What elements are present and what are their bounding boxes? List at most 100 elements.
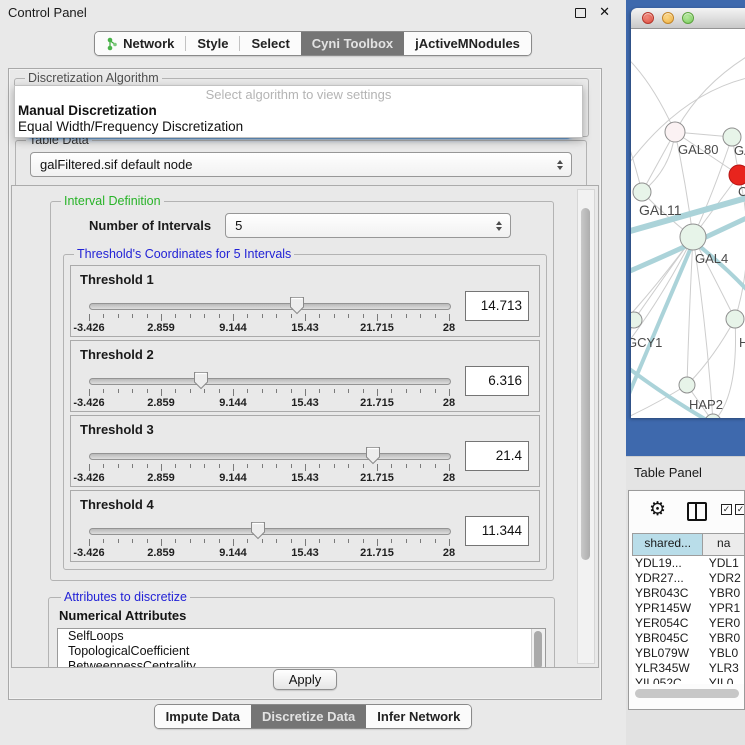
list-scrollbar-thumb[interactable]	[534, 631, 542, 668]
network-node-gal11[interactable]	[633, 183, 651, 201]
tab-infer-network[interactable]: Infer Network	[366, 705, 471, 728]
slider-ticks	[89, 314, 449, 322]
slider-thumb[interactable]	[289, 296, 305, 315]
table-row[interactable]: YIL052CYIL0	[632, 676, 744, 684]
top-tab-bar-group: Network StyleSelectCyni ToolboxjActiveMNo…	[94, 31, 532, 56]
network-edge[interactable]	[631, 124, 642, 192]
checked-checkbox-icon[interactable]: ✓	[721, 504, 732, 515]
node-label: GCY1	[631, 335, 662, 350]
table-cell: YLR3	[703, 661, 744, 676]
threshold-slider: -3.4262.8599.14415.4321.71528	[89, 453, 449, 481]
network-node-hap2[interactable]	[679, 377, 695, 393]
threshold-row: Threshold 4-3.4262.8599.14415.4321.71528…	[70, 490, 540, 562]
float-window-icon[interactable]	[575, 8, 586, 18]
table-cell: YIL0	[703, 676, 744, 684]
threshold-label: Threshold 3	[80, 422, 154, 437]
threshold-slider: -3.4262.8599.14415.4321.71528	[89, 528, 449, 556]
threshold-value-field[interactable]: 11.344	[465, 516, 529, 546]
table-cell: YDR2	[703, 571, 744, 586]
column-header-name[interactable]: na	[703, 534, 744, 555]
apply-button[interactable]: Apply	[273, 669, 338, 690]
scale-label: 21.715	[360, 397, 394, 409]
bottom-tab-bar-group: Impute Data Discretize DataInfer Network	[154, 704, 473, 729]
threshold-slider: -3.4262.8599.14415.4321.71528	[89, 303, 449, 331]
number-of-intervals-combobox[interactable]: 5	[225, 213, 511, 238]
tab-jactivemnodules[interactable]: jActiveMNodules	[404, 32, 531, 55]
right-side: GAL80GAL11GAL4GCY1HHAP2GAC Table Panel ⚙…	[626, 0, 745, 745]
attribute-list-item[interactable]: BetweennessCentrality	[58, 659, 545, 668]
tab-label: Network	[123, 36, 174, 51]
table-row[interactable]: YDR27...YDR2	[632, 571, 744, 586]
gear-icon[interactable]: ⚙	[649, 499, 666, 521]
network-node[interactable]	[729, 165, 745, 185]
minimize-button[interactable]	[662, 12, 674, 24]
slider-thumb[interactable]	[193, 371, 209, 390]
network-edge[interactable]	[675, 54, 745, 132]
slider-thumb[interactable]	[250, 521, 266, 540]
table-panel: ⚙ ✓ ✓ shared...na YDL19...YDL1YDR27...YD…	[628, 490, 745, 710]
table-panel-header: Table Panel	[626, 456, 745, 489]
scale-label: -3.426	[73, 472, 104, 484]
scale-label: 28	[443, 547, 455, 559]
scale-label: 15.43	[291, 322, 319, 334]
network-node-gcy1[interactable]	[631, 312, 642, 328]
table-row[interactable]: YBL079WYBL0	[632, 646, 744, 661]
panel-scrollbar[interactable]	[577, 189, 595, 664]
network-node-h[interactable]	[726, 310, 744, 328]
network-edge[interactable]	[687, 319, 735, 385]
tab-discretize-data[interactable]: Discretize Data	[251, 705, 366, 728]
zoom-button[interactable]	[682, 12, 694, 24]
split-columns-icon[interactable]	[687, 502, 707, 521]
dropdown-option-manual-discretization[interactable]: Manual Discretization	[15, 103, 582, 119]
network-window: GAL80GAL11GAL4GCY1HHAP2GAC	[631, 8, 745, 418]
table-header-row: shared...na	[632, 533, 744, 556]
settings-scroll-panel: Interval Definition Number of Intervals …	[11, 185, 599, 668]
tab-impute-data[interactable]: Impute Data	[155, 705, 251, 728]
number-of-intervals-row: Number of Intervals 5	[89, 213, 511, 238]
table-row[interactable]: YBR045CYBR0	[632, 631, 744, 646]
attribute-list-item[interactable]: SelfLoops	[58, 629, 545, 644]
network-edge[interactable]	[631, 77, 745, 177]
table-panel-toolbar: ⚙ ✓ ✓	[629, 491, 744, 533]
network-node-gal4[interactable]	[680, 224, 706, 250]
tab-style[interactable]: Style	[186, 32, 239, 55]
attribute-list-item[interactable]: TopologicalCoefficient	[58, 644, 545, 659]
interval-definition-label: Interval Definition	[61, 194, 164, 208]
cyni-toolbox-panel: Discretization Algorithm Select algorith…	[8, 68, 602, 700]
table-row[interactable]: YLR345WYLR3	[632, 661, 744, 676]
tab-cyni-toolbox[interactable]: Cyni Toolbox	[301, 32, 404, 55]
close-icon[interactable]: ✕	[599, 4, 610, 20]
network-window-titlebar	[631, 8, 745, 29]
tab-label: Impute Data	[166, 709, 240, 724]
table-rows: YDL19...YDL1YDR27...YDR2YBR043CYBR0YPR14…	[632, 556, 744, 684]
table-row[interactable]: YBR043CYBR0	[632, 586, 744, 601]
table-row[interactable]: YER054CYER0	[632, 616, 744, 631]
table-row[interactable]: YPR145WYPR1	[632, 601, 744, 616]
threshold-value-field[interactable]: 21.4	[465, 441, 529, 471]
slider-track[interactable]	[89, 303, 451, 310]
network-canvas[interactable]: GAL80GAL11GAL4GCY1HHAP2GAC	[631, 29, 745, 418]
panel-scrollbar-thumb[interactable]	[581, 208, 590, 560]
table-row[interactable]: YDL19...YDL1	[632, 556, 744, 571]
tab-select[interactable]: Select	[240, 32, 300, 55]
slider-track[interactable]	[89, 453, 451, 460]
threshold-value-field[interactable]: 6.316	[465, 366, 529, 396]
table-horizontal-scrollbar-thumb[interactable]	[635, 689, 739, 698]
slider-scale-labels: -3.4262.8599.14415.4321.71528	[89, 322, 449, 334]
slider-thumb[interactable]	[365, 446, 381, 465]
tab-network[interactable]: Network	[95, 32, 185, 55]
slider-track[interactable]	[89, 378, 451, 385]
network-node-gal80[interactable]	[665, 122, 685, 142]
table-cell: YBR043C	[632, 586, 703, 601]
slider-track[interactable]	[89, 528, 451, 535]
column-header-shared-name[interactable]: shared...	[633, 534, 703, 555]
checked-checkbox-icon[interactable]: ✓	[735, 504, 745, 515]
numerical-attributes-list[interactable]: SelfLoopsTopologicalCoefficientBetweenne…	[57, 628, 546, 668]
table-data-combobox[interactable]: galFiltered.sif default node	[30, 152, 572, 177]
threshold-value-field[interactable]: 14.713	[465, 291, 529, 321]
dropdown-option-equal-width-frequency[interactable]: Equal Width/Frequency Discretization	[15, 119, 582, 135]
close-button[interactable]	[642, 12, 654, 24]
scale-label: -3.426	[73, 547, 104, 559]
scale-label: -3.426	[73, 397, 104, 409]
list-scrollbar[interactable]	[531, 629, 545, 668]
